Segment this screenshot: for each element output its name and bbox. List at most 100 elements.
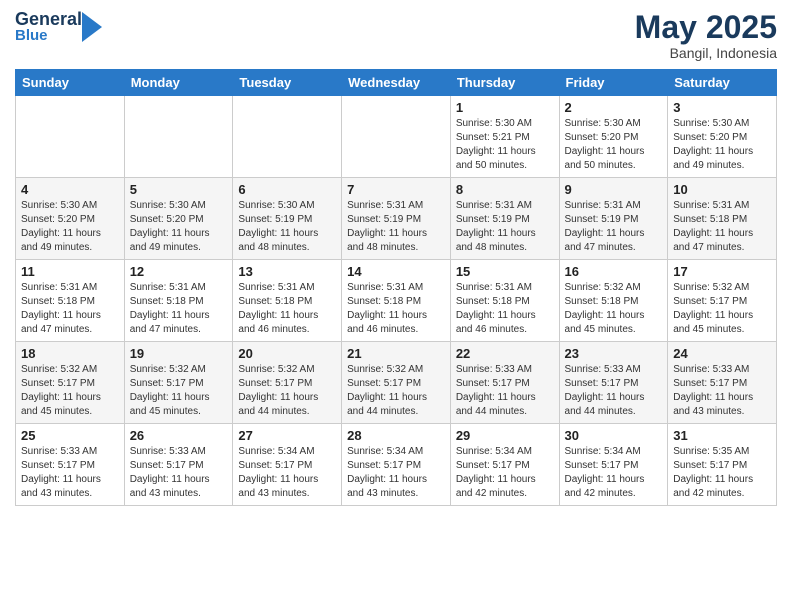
header-sunday: Sunday: [16, 70, 125, 96]
day-number: 7: [347, 182, 445, 197]
day-info: Sunrise: 5:31 AM Sunset: 5:19 PM Dayligh…: [347, 199, 445, 255]
table-cell: 31 Sunrise: 5:35 AM Sunset: 5:17 PM Dayli…: [668, 424, 777, 506]
table-cell: 28 Sunrise: 5:34 AM Sunset: 5:17 PM Dayli…: [342, 424, 451, 506]
day-info: Sunrise: 5:31 AM Sunset: 5:18 PM Dayligh…: [347, 281, 445, 337]
day-number: 8: [456, 182, 554, 197]
day-number: 19: [130, 346, 228, 361]
day-info: Sunrise: 5:31 AM Sunset: 5:19 PM Dayligh…: [456, 199, 554, 255]
day-info: Sunrise: 5:31 AM Sunset: 5:18 PM Dayligh…: [673, 199, 771, 255]
day-number: 22: [456, 346, 554, 361]
table-cell: 1 Sunrise: 5:30 AM Sunset: 5:21 PM Daylig…: [450, 96, 559, 178]
day-info: Sunrise: 5:35 AM Sunset: 5:17 PM Dayligh…: [673, 445, 771, 501]
day-number: 13: [238, 264, 336, 279]
table-cell: 16 Sunrise: 5:32 AM Sunset: 5:18 PM Dayli…: [559, 260, 668, 342]
day-info: Sunrise: 5:33 AM Sunset: 5:17 PM Dayligh…: [21, 445, 119, 501]
table-cell: 10Sunrise: 5:31 AM Sunset: 5:18 PM Dayli…: [668, 178, 777, 260]
table-cell: 6 Sunrise: 5:30 AM Sunset: 5:19 PM Daylig…: [233, 178, 342, 260]
day-info: Sunrise: 5:33 AM Sunset: 5:17 PM Dayligh…: [130, 445, 228, 501]
header-monday: Monday: [124, 70, 233, 96]
table-cell: 17 Sunrise: 5:32 AM Sunset: 5:17 PM Dayli…: [668, 260, 777, 342]
header-wednesday: Wednesday: [342, 70, 451, 96]
logo-arrow-icon: [82, 12, 102, 42]
table-cell: 8 Sunrise: 5:31 AM Sunset: 5:19 PM Daylig…: [450, 178, 559, 260]
header-tuesday: Tuesday: [233, 70, 342, 96]
day-info: Sunrise: 5:32 AM Sunset: 5:17 PM Dayligh…: [21, 363, 119, 419]
day-number: 15: [456, 264, 554, 279]
table-cell: 25 Sunrise: 5:33 AM Sunset: 5:17 PM Dayli…: [16, 424, 125, 506]
day-number: 14: [347, 264, 445, 279]
table-cell: 22 Sunrise: 5:33 AM Sunset: 5:17 PM Dayli…: [450, 342, 559, 424]
day-number: 26: [130, 428, 228, 443]
day-info: Sunrise: 5:32 AM Sunset: 5:18 PM Dayligh…: [565, 281, 663, 337]
day-number: 4: [21, 182, 119, 197]
day-number: 12: [130, 264, 228, 279]
day-info: Sunrise: 5:34 AM Sunset: 5:17 PM Dayligh…: [347, 445, 445, 501]
table-cell: [124, 96, 233, 178]
day-number: 11: [21, 264, 119, 279]
header-row: SundayMondayTuesdayWednesdayThursdayFrid…: [16, 70, 777, 96]
header-saturday: Saturday: [668, 70, 777, 96]
table-cell: 15 Sunrise: 5:31 AM Sunset: 5:18 PM Dayli…: [450, 260, 559, 342]
day-number: 5: [130, 182, 228, 197]
table-cell: 4 Sunrise: 5:30 AM Sunset: 5:20 PM Daylig…: [16, 178, 125, 260]
table-cell: [342, 96, 451, 178]
day-number: 29: [456, 428, 554, 443]
day-number: 31: [673, 428, 771, 443]
day-info: Sunrise: 5:30 AM Sunset: 5:20 PM Dayligh…: [565, 117, 663, 173]
table-cell: 24 Sunrise: 5:33 AM Sunset: 5:17 PM Dayli…: [668, 342, 777, 424]
table-cell: 7 Sunrise: 5:31 AM Sunset: 5:19 PM Daylig…: [342, 178, 451, 260]
logo-general: General: [15, 10, 82, 28]
day-number: 23: [565, 346, 663, 361]
day-number: 24: [673, 346, 771, 361]
location: Bangil, Indonesia: [635, 45, 777, 61]
day-info: Sunrise: 5:30 AM Sunset: 5:20 PM Dayligh…: [21, 199, 119, 255]
week-row-1: 1 Sunrise: 5:30 AM Sunset: 5:21 PM Daylig…: [16, 96, 777, 178]
table-cell: 5 Sunrise: 5:30 AM Sunset: 5:20 PM Daylig…: [124, 178, 233, 260]
week-row-4: 18 Sunrise: 5:32 AM Sunset: 5:17 PM Dayli…: [16, 342, 777, 424]
day-number: 17: [673, 264, 771, 279]
day-number: 27: [238, 428, 336, 443]
day-number: 6: [238, 182, 336, 197]
day-info: Sunrise: 5:30 AM Sunset: 5:19 PM Dayligh…: [238, 199, 336, 255]
day-info: Sunrise: 5:32 AM Sunset: 5:17 PM Dayligh…: [673, 281, 771, 337]
week-row-5: 25 Sunrise: 5:33 AM Sunset: 5:17 PM Dayli…: [16, 424, 777, 506]
day-number: 28: [347, 428, 445, 443]
day-number: 9: [565, 182, 663, 197]
day-info: Sunrise: 5:30 AM Sunset: 5:21 PM Dayligh…: [456, 117, 554, 173]
day-info: Sunrise: 5:30 AM Sunset: 5:20 PM Dayligh…: [673, 117, 771, 173]
table-cell: 18 Sunrise: 5:32 AM Sunset: 5:17 PM Dayli…: [16, 342, 125, 424]
day-info: Sunrise: 5:33 AM Sunset: 5:17 PM Dayligh…: [565, 363, 663, 419]
table-cell: 3 Sunrise: 5:30 AM Sunset: 5:20 PM Daylig…: [668, 96, 777, 178]
table-cell: 21Sunrise: 5:32 AM Sunset: 5:17 PM Dayli…: [342, 342, 451, 424]
table-cell: 26 Sunrise: 5:33 AM Sunset: 5:17 PM Dayli…: [124, 424, 233, 506]
table-cell: 27 Sunrise: 5:34 AM Sunset: 5:17 PM Dayli…: [233, 424, 342, 506]
title-block: May 2025 Bangil, Indonesia: [635, 10, 777, 61]
table-cell: 19Sunrise: 5:32 AM Sunset: 5:17 PM Dayli…: [124, 342, 233, 424]
header-friday: Friday: [559, 70, 668, 96]
table-cell: 12Sunrise: 5:31 AM Sunset: 5:18 PM Dayli…: [124, 260, 233, 342]
day-number: 1: [456, 100, 554, 115]
day-info: Sunrise: 5:31 AM Sunset: 5:18 PM Dayligh…: [456, 281, 554, 337]
day-info: Sunrise: 5:31 AM Sunset: 5:18 PM Dayligh…: [21, 281, 119, 337]
table-cell: 30Sunrise: 5:34 AM Sunset: 5:17 PM Dayli…: [559, 424, 668, 506]
table-cell: 20Sunrise: 5:32 AM Sunset: 5:17 PM Dayli…: [233, 342, 342, 424]
table-cell: 23 Sunrise: 5:33 AM Sunset: 5:17 PM Dayli…: [559, 342, 668, 424]
day-info: Sunrise: 5:34 AM Sunset: 5:17 PM Dayligh…: [565, 445, 663, 501]
week-row-3: 11 Sunrise: 5:31 AM Sunset: 5:18 PM Dayli…: [16, 260, 777, 342]
logo: General Blue: [15, 10, 102, 43]
day-number: 21: [347, 346, 445, 361]
day-info: Sunrise: 5:33 AM Sunset: 5:17 PM Dayligh…: [456, 363, 554, 419]
day-number: 18: [21, 346, 119, 361]
week-row-2: 4 Sunrise: 5:30 AM Sunset: 5:20 PM Daylig…: [16, 178, 777, 260]
header-thursday: Thursday: [450, 70, 559, 96]
month-title: May 2025: [635, 10, 777, 45]
day-info: Sunrise: 5:34 AM Sunset: 5:17 PM Dayligh…: [238, 445, 336, 501]
day-number: 2: [565, 100, 663, 115]
day-info: Sunrise: 5:30 AM Sunset: 5:20 PM Dayligh…: [130, 199, 228, 255]
day-info: Sunrise: 5:33 AM Sunset: 5:17 PM Dayligh…: [673, 363, 771, 419]
day-number: 16: [565, 264, 663, 279]
day-number: 25: [21, 428, 119, 443]
day-number: 3: [673, 100, 771, 115]
table-cell: [16, 96, 125, 178]
page-container: General Blue May 2025 Bangil, Indonesia …: [0, 0, 792, 516]
